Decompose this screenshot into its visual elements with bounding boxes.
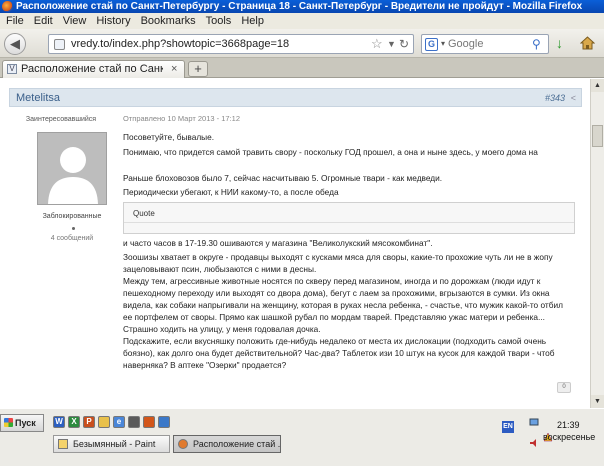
author-group: Заблокированные <box>42 213 102 220</box>
taskbar-button-paint[interactable]: Безымянный - Paint <box>53 435 170 453</box>
taskbar-button-label: Расположение стай ... <box>193 439 281 449</box>
clock[interactable]: 21:39 <box>557 420 580 430</box>
menu-history[interactable]: History <box>91 13 135 29</box>
taskbar-button-firefox[interactable]: Расположение стай ... <box>173 435 281 453</box>
home-icon[interactable] <box>580 36 595 50</box>
back-arrow-icon: ◀ <box>10 36 20 51</box>
start-button[interactable]: Пуск <box>0 414 44 432</box>
post-line: и часто часов в 17-19.30 ошиваются у маг… <box>123 238 433 248</box>
post-line: наверняка? В аптеке "Озерки" продается? <box>123 360 287 370</box>
powerpoint-quicklaunch-icon[interactable]: P <box>83 416 95 428</box>
search-box[interactable]: G ▾ Google ⚲ <box>421 34 549 54</box>
search-placeholder: Google <box>448 38 484 50</box>
url-dropdown-icon[interactable]: ▼ <box>387 37 396 51</box>
avatar[interactable] <box>37 132 107 205</box>
firefox-icon <box>178 439 188 449</box>
navigation-toolbar: ◀ vredy.to/index.php?showtopic=3668page=… <box>0 29 604 58</box>
network-icon[interactable] <box>529 417 539 427</box>
status-dot <box>72 227 75 230</box>
menu-help[interactable]: Help <box>236 13 269 29</box>
post-badge[interactable]: 0 <box>557 382 571 393</box>
desktop-quicklaunch-icon[interactable] <box>128 416 140 428</box>
excel-quicklaunch-icon[interactable]: X <box>68 416 80 428</box>
search-engine-dropdown-icon[interactable]: ▾ <box>441 37 445 51</box>
firefox-quicklaunch-icon[interactable] <box>143 416 155 428</box>
post-header: Metelitsa #343 < <box>9 88 582 107</box>
quote-divider <box>124 222 574 223</box>
folder-quicklaunch-icon[interactable] <box>98 416 110 428</box>
volume-icon[interactable] <box>529 438 539 448</box>
menu-tools[interactable]: Tools <box>201 13 237 29</box>
scroll-down-arrow-icon[interactable]: ▼ <box>591 395 604 408</box>
search-magnifier-icon[interactable]: ⚲ <box>532 36 541 52</box>
post-body: Отправлено 10 Март 2013 - 17:12 Посовету… <box>123 107 575 407</box>
clock-day: воскресенье <box>543 432 596 442</box>
quote-block: Quote <box>123 202 575 234</box>
menu-file[interactable]: File <box>0 13 29 29</box>
post-line: Посоветуйте, бывалые. <box>123 132 215 142</box>
post-line: Зоошизы хватает в округе - продавцы выхо… <box>123 252 553 262</box>
scroll-up-arrow-icon[interactable]: ▲ <box>591 79 604 92</box>
system-tray: EN 21:39 воскресенье <box>502 414 604 454</box>
post-line: Страшно ходить на улицу, у меня годовала… <box>123 324 321 334</box>
tab-favicon-icon: V <box>7 64 17 74</box>
page-content: Metelitsa #343 < Заинтересовавшийся Забл… <box>0 79 590 408</box>
firefox-icon <box>2 1 13 12</box>
back-button[interactable]: ◀ <box>4 33 26 55</box>
menu-edit[interactable]: Edit <box>29 13 58 29</box>
address-url: vredy.to/index.php?showtopic=3668page=18 <box>71 38 290 50</box>
reload-icon[interactable]: ↻ <box>399 36 409 52</box>
menu-bar: File Edit View History Bookmarks Tools Help <box>0 13 604 29</box>
taskbar-button-label: Безымянный - Paint <box>73 439 156 449</box>
post-date: Отправлено 10 Март 2013 - 17:12 <box>123 114 241 123</box>
vertical-scrollbar[interactable]: ▲ ▼ <box>590 79 604 408</box>
language-indicator[interactable]: EN <box>502 421 514 433</box>
google-icon[interactable]: G <box>425 38 438 51</box>
new-tab-button[interactable]: + <box>188 61 208 77</box>
author-message-count: 4 сообщений <box>50 235 94 242</box>
taskbar: Пуск W X P e Безымянный - Paint Располож… <box>0 408 604 466</box>
bookmark-star-icon[interactable]: ☆ <box>371 36 383 52</box>
word-quicklaunch-icon[interactable]: W <box>53 416 65 428</box>
site-favicon-icon <box>54 39 65 50</box>
share-icon[interactable]: < <box>571 89 576 107</box>
scrollbar-thumb[interactable] <box>592 125 603 147</box>
window-title-bar: Расположение стай по Санкт-Петербургу - … <box>0 0 604 13</box>
default-user-icon <box>38 133 106 204</box>
paint-icon <box>58 439 68 449</box>
post-line: ее портфелем от своры. Прямо как шашкой … <box>123 312 545 322</box>
post-line: пешеходному переходу или выходят со двор… <box>123 288 550 298</box>
author-sidebar: Заинтересовавшийся Заблокированные 4 соо… <box>9 107 113 407</box>
post-line: Подскажите, если вкусняшку положить где-… <box>123 336 547 346</box>
menu-bookmarks[interactable]: Bookmarks <box>136 13 201 29</box>
post-line: Между тем, агрессивные животные носятся … <box>123 276 541 286</box>
tab-bar: V Расположение стай по Санкт-Петербургу … <box>0 58 604 78</box>
post-line: боязно), как долго она будет действитель… <box>123 348 555 358</box>
post-line: Понимаю, что придется самой травить свор… <box>123 147 538 157</box>
tab-label: Расположение стай по Санкт-Петербургу ..… <box>21 63 163 75</box>
tab-close-icon[interactable]: × <box>171 61 177 78</box>
post-line: Раньше блоховозов было 7, сейчас насчиты… <box>123 173 443 183</box>
post-line: видела, как собаки напрыгивали на женщин… <box>123 300 563 310</box>
address-bar[interactable]: vredy.to/index.php?showtopic=3668page=18… <box>48 34 414 54</box>
post-line: зацеловывают псин, любызаются с ними в д… <box>123 264 317 274</box>
tab-active[interactable]: V Расположение стай по Санкт-Петербургу … <box>2 60 185 78</box>
ie-quicklaunch-icon[interactable]: e <box>113 416 125 428</box>
author-rank: Заинтересовавшийся <box>25 116 97 123</box>
window-title: Расположение стай по Санкт-Петербургу - … <box>16 1 583 12</box>
post-author[interactable]: Metelitsa <box>16 89 60 107</box>
app-quicklaunch-icon[interactable] <box>158 416 170 428</box>
post-line: Периодически убегают, к НИИ какому-то, а… <box>123 187 339 197</box>
post-number[interactable]: #343 <box>545 89 565 107</box>
download-arrow-icon[interactable]: ↓ <box>556 36 563 50</box>
quote-label: Quote <box>133 209 155 218</box>
menu-view[interactable]: View <box>58 13 92 29</box>
